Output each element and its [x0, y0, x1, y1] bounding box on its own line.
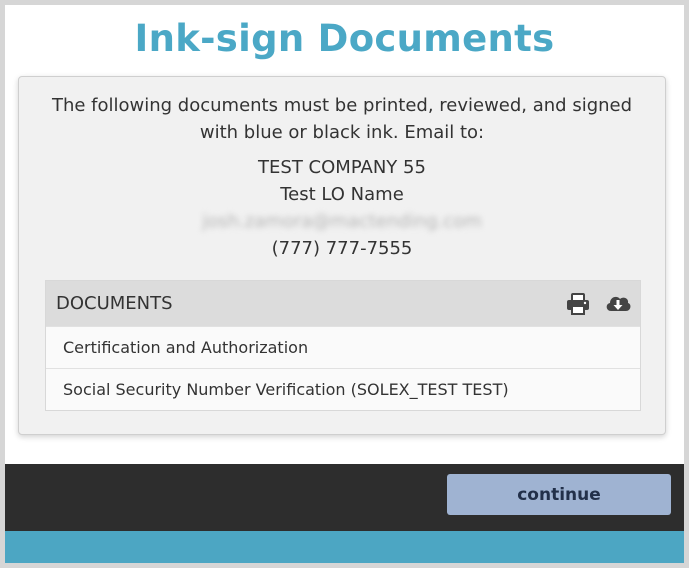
company-name: TEST COMPANY 55	[258, 157, 426, 178]
document-item-certification[interactable]: Certification and Authorization	[46, 326, 640, 368]
ink-sign-card: The following documents must be printed,…	[18, 76, 666, 435]
print-icon[interactable]	[564, 291, 592, 317]
instructions-text: The following documents must be printed,…	[51, 95, 633, 143]
lo-name: Test LO Name	[280, 184, 404, 205]
modal-frame: Ink-sign Documents The following documen…	[0, 0, 689, 568]
contact-block: TEST COMPANY 55 Test LO Name josh.zamora…	[19, 154, 665, 262]
bottom-accent-bar	[5, 531, 684, 563]
email-address: josh.zamora@mactending.com	[202, 211, 482, 232]
continue-button[interactable]: continue	[447, 474, 671, 515]
documents-panel: DOCUMENTS Certification and Authorizatio…	[45, 280, 641, 411]
documents-actions	[564, 291, 632, 317]
page-title: Ink-sign Documents	[134, 17, 555, 60]
phone-number: (777) 777-7555	[271, 238, 413, 259]
cloud-download-icon[interactable]	[604, 291, 632, 317]
documents-header: DOCUMENTS	[46, 281, 640, 326]
documents-title: DOCUMENTS	[56, 293, 173, 314]
footer-bar: continue	[5, 464, 684, 531]
document-item-ssn-verification[interactable]: Social Security Number Verification (SOL…	[46, 368, 640, 410]
